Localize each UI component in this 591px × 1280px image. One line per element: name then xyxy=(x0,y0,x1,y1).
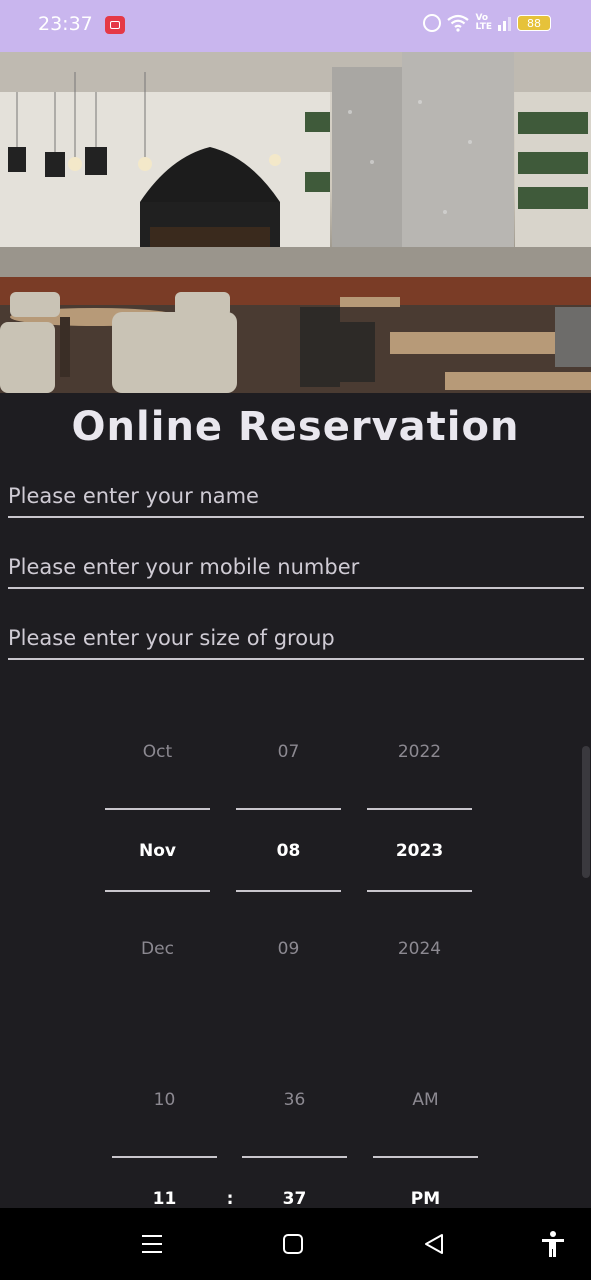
day-current-wrap[interactable]: 08 xyxy=(236,841,341,861)
minute-current-wrap[interactable]: 37 xyxy=(242,1189,347,1209)
day-divider-bottom xyxy=(236,890,341,892)
menu-icon[interactable] xyxy=(140,1232,164,1256)
mobile-input[interactable]: Please enter your mobile number xyxy=(8,555,584,589)
volte-icon: Vo LTE xyxy=(475,13,492,32)
hour-spinner[interactable]: 10 xyxy=(112,1090,217,1110)
year-current[interactable]: 2023 xyxy=(367,841,472,861)
day-next-wrap[interactable]: 09 xyxy=(236,939,341,959)
minute-current[interactable]: 37 xyxy=(242,1189,347,1209)
month-current[interactable]: Nov xyxy=(105,841,210,861)
name-placeholder: Please enter your name xyxy=(8,484,259,508)
ampm-current[interactable]: PM xyxy=(373,1189,478,1209)
minute-prev[interactable]: 36 xyxy=(242,1090,347,1110)
minute-divider-top xyxy=(242,1156,347,1158)
screen-record-icon xyxy=(105,16,125,34)
month-prev[interactable]: Oct xyxy=(105,742,210,762)
mobile-placeholder: Please enter your mobile number xyxy=(8,555,360,579)
ampm-divider-top xyxy=(373,1156,478,1158)
month-divider-top xyxy=(105,808,210,810)
year-spinner[interactable]: 2022 xyxy=(367,742,472,762)
year-next[interactable]: 2024 xyxy=(367,939,472,959)
status-bar: 23:37 Vo LTE 88 xyxy=(0,0,591,52)
status-time: 23:37 xyxy=(38,13,93,35)
restaurant-photo xyxy=(0,52,591,393)
day-prev[interactable]: 07 xyxy=(236,742,341,762)
battery-icon: 88 xyxy=(517,15,551,31)
ampm-current-wrap[interactable]: PM xyxy=(373,1189,478,1209)
ampm-prev[interactable]: AM xyxy=(373,1090,478,1110)
accessibility-icon[interactable] xyxy=(540,1230,566,1258)
day-next[interactable]: 09 xyxy=(236,939,341,959)
scrollbar[interactable] xyxy=(582,746,590,878)
hour-divider-top xyxy=(112,1156,217,1158)
alarm-icon xyxy=(423,14,442,32)
year-prev[interactable]: 2022 xyxy=(367,742,472,762)
name-input[interactable]: Please enter your name xyxy=(8,484,584,518)
day-spinner[interactable]: 07 xyxy=(236,742,341,762)
status-icons: Vo LTE 88 xyxy=(423,14,551,32)
group-size-placeholder: Please enter your size of group xyxy=(8,626,335,650)
year-next-wrap[interactable]: 2024 xyxy=(367,939,472,959)
month-next-wrap[interactable]: Dec xyxy=(105,939,210,959)
page-title: Online Reservation xyxy=(71,404,520,450)
hour-prev[interactable]: 10 xyxy=(112,1090,217,1110)
day-current[interactable]: 08 xyxy=(236,841,341,861)
group-size-input[interactable]: Please enter your size of group xyxy=(8,626,584,660)
back-icon[interactable] xyxy=(422,1232,446,1256)
month-divider-bottom xyxy=(105,890,210,892)
signal-icon xyxy=(498,15,511,31)
month-current-wrap[interactable]: Nov xyxy=(105,841,210,861)
month-spinner[interactable]: Oct xyxy=(105,742,210,762)
home-icon[interactable] xyxy=(282,1233,304,1255)
wifi-icon xyxy=(447,14,470,32)
year-current-wrap[interactable]: 2023 xyxy=(367,841,472,861)
ampm-spinner[interactable]: AM xyxy=(373,1090,478,1110)
month-next[interactable]: Dec xyxy=(105,939,210,959)
year-divider-top xyxy=(367,808,472,810)
restaurant-illustration xyxy=(0,52,591,393)
day-divider-top xyxy=(236,808,341,810)
year-divider-bottom xyxy=(367,890,472,892)
system-nav-bar xyxy=(0,1208,591,1280)
minute-spinner[interactable]: 36 xyxy=(242,1090,347,1110)
